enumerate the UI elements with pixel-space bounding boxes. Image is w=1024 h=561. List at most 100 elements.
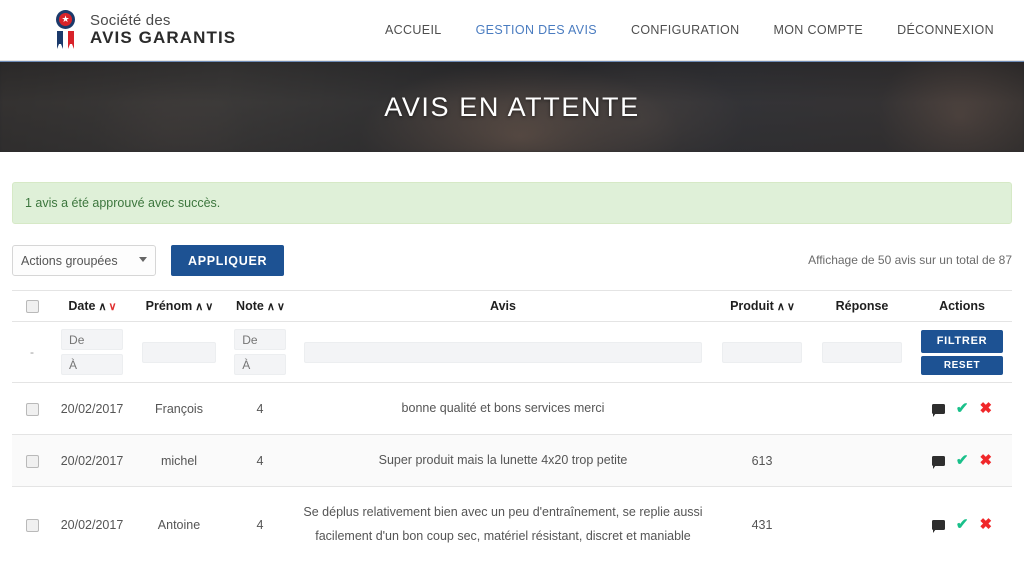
nav-item-mon-compte[interactable]: MON COMPTE [773, 23, 863, 37]
success-alert: 1 avis a été approuvé avec succès. [12, 182, 1012, 224]
row-note: 4 [226, 486, 294, 561]
filter-avis-input[interactable] [304, 341, 702, 363]
filter-cell-date [52, 321, 132, 383]
sort-prenom-desc-icon[interactable]: ∨ [205, 300, 213, 313]
sort-produit-asc-icon[interactable]: ∧ [777, 300, 785, 313]
row-checkbox[interactable] [25, 518, 39, 532]
table-row: 20/02/2017 François 4 bonne qualité et b… [12, 382, 1012, 435]
row-produit: 431 [712, 486, 812, 561]
header-avis: Avis [294, 289, 712, 323]
row-avis: bonne qualité et bons services merci [294, 382, 712, 435]
row-prenom: Antoine [132, 486, 226, 561]
header-actions: Actions [912, 289, 1012, 323]
comment-icon[interactable] [931, 455, 945, 469]
filter-cell-placeholder: - [12, 321, 52, 383]
sort-prenom-asc-icon[interactable]: ∧ [195, 300, 203, 313]
brand-line-2: AVIS GARANTIS [90, 27, 237, 47]
filter-cell-produit [712, 321, 812, 383]
filter-produit-input[interactable] [722, 341, 802, 363]
nav-item-gestion-des-avis[interactable]: GESTION DES AVIS [476, 23, 597, 37]
filter-reponse-input[interactable] [822, 341, 902, 363]
brand-logo[interactable]: ★ Société des AVIS GARANTIS [55, 10, 236, 50]
sort-produit-desc-icon[interactable]: ∨ [787, 300, 795, 313]
filter-dash: - [30, 345, 34, 360]
logo-mark: ★ [55, 10, 81, 50]
sort-date-asc-icon[interactable]: ∧ [98, 300, 106, 313]
brand-text: Société des AVIS GARANTIS [90, 13, 236, 47]
logo-circle-icon: ★ [56, 10, 75, 29]
row-date: 20/02/2017 [52, 486, 132, 561]
header-reponse: Réponse [812, 289, 912, 323]
filter-button[interactable]: FILTRER [921, 329, 1003, 353]
filter-cell-note [226, 321, 294, 383]
page-hero-banner: AVIS EN ATTENTE [0, 61, 1024, 152]
row-actions: ✔ ✖ [912, 486, 1012, 561]
select-all-checkbox[interactable] [25, 300, 39, 314]
approve-check-icon[interactable]: ✔ [956, 453, 969, 468]
nav-item-deconnexion[interactable]: DÉCONNEXION [897, 23, 994, 37]
approve-check-icon[interactable]: ✔ [956, 517, 969, 532]
header-prenom: Prénom ∧ ∨ [132, 289, 226, 323]
row-checkbox[interactable] [25, 402, 39, 416]
row-note: 4 [226, 382, 294, 435]
reject-cross-icon[interactable]: ✖ [980, 401, 993, 416]
row-produit: 613 [712, 434, 812, 487]
filter-date-from-input[interactable] [61, 329, 123, 351]
approve-check-icon[interactable]: ✔ [956, 401, 969, 416]
site-header: ★ Société des AVIS GARANTIS ACCUEIL GEST… [0, 0, 1024, 61]
comment-icon[interactable] [931, 519, 945, 533]
nav-item-accueil[interactable]: ACCUEIL [385, 23, 442, 37]
sort-note-asc-icon[interactable]: ∧ [267, 300, 275, 313]
nav-item-configuration[interactable]: CONFIGURATION [631, 23, 739, 37]
row-date: 20/02/2017 [52, 434, 132, 487]
reject-cross-icon[interactable]: ✖ [980, 453, 993, 468]
header-select-all [12, 289, 52, 323]
header-date: Date ∧ ∨ [52, 289, 132, 323]
comment-icon[interactable] [931, 403, 945, 417]
logo-star-icon: ★ [59, 13, 72, 26]
row-checkbox[interactable] [25, 454, 39, 468]
header-note-label: Note [236, 299, 264, 314]
reset-button[interactable]: RESET [921, 355, 1003, 375]
row-actions: ✔ ✖ [912, 382, 1012, 435]
filter-row: - De À De À FILTRER RESET [12, 321, 1012, 383]
row-date: 20/02/2017 [52, 382, 132, 435]
sort-note-desc-icon[interactable]: ∨ [277, 300, 285, 313]
header-note: Note ∧ ∨ [226, 289, 294, 323]
table-row: 20/02/2017 michel 4 Super produit mais l… [12, 434, 1012, 487]
reviews-table: Date ∧ ∨ Prénom ∧ ∨ Note ∧ ∨ Avis Produit ∧ ∨ Ré… [12, 289, 1012, 561]
filter-cell-actions: FILTRER RESET [912, 321, 1012, 383]
table-body: 20/02/2017 François 4 bonne qualité et b… [12, 382, 1012, 561]
row-prenom: michel [132, 434, 226, 487]
bulk-actions-toolbar: Actions groupées APPLIQUER Affichage de … [12, 245, 1012, 276]
row-select-cell [12, 486, 52, 561]
filter-cell-avis [294, 321, 712, 383]
header-date-label: Date [68, 299, 96, 314]
row-select-cell [12, 382, 52, 435]
row-note: 4 [226, 434, 294, 487]
main-content: 1 avis a été approuvé avec succès. Actio… [0, 182, 1024, 561]
row-avis: Se déplus relativement bien avec un peu … [294, 486, 712, 561]
row-prenom: François [132, 382, 226, 435]
sort-date-desc-icon[interactable]: ∨ [109, 300, 117, 313]
filter-cell-prenom [132, 321, 226, 383]
row-select-cell [12, 434, 52, 487]
filter-cell-reponse [812, 321, 912, 383]
success-alert-message: 1 avis a été approuvé avec succès. [25, 196, 221, 210]
filter-note-to-input[interactable] [234, 354, 286, 376]
table-header: Date ∧ ∨ Prénom ∧ ∨ Note ∧ ∨ Avis Produit ∧ ∨ Ré… [12, 289, 1012, 323]
filter-prenom-input[interactable] [142, 341, 216, 363]
header-produit: Produit ∧ ∨ [712, 289, 812, 323]
results-count-info: Affichage de 50 avis sur un total de 87 [808, 253, 1012, 267]
row-reponse [812, 486, 912, 561]
filter-note-from-input[interactable] [234, 329, 286, 351]
apply-button[interactable]: APPLIQUER [171, 245, 285, 276]
bulk-action-select-wrapper: Actions groupées [12, 245, 156, 276]
row-actions: ✔ ✖ [912, 434, 1012, 487]
logo-ribbon-icon [57, 31, 74, 49]
reject-cross-icon[interactable]: ✖ [980, 517, 993, 532]
page-title: AVIS EN ATTENTE [384, 91, 640, 122]
bulk-action-select[interactable]: Actions groupées [12, 245, 156, 276]
filter-date-to-input[interactable] [61, 354, 123, 376]
main-navigation: ACCUEIL GESTION DES AVIS CONFIGURATION M… [385, 23, 994, 37]
